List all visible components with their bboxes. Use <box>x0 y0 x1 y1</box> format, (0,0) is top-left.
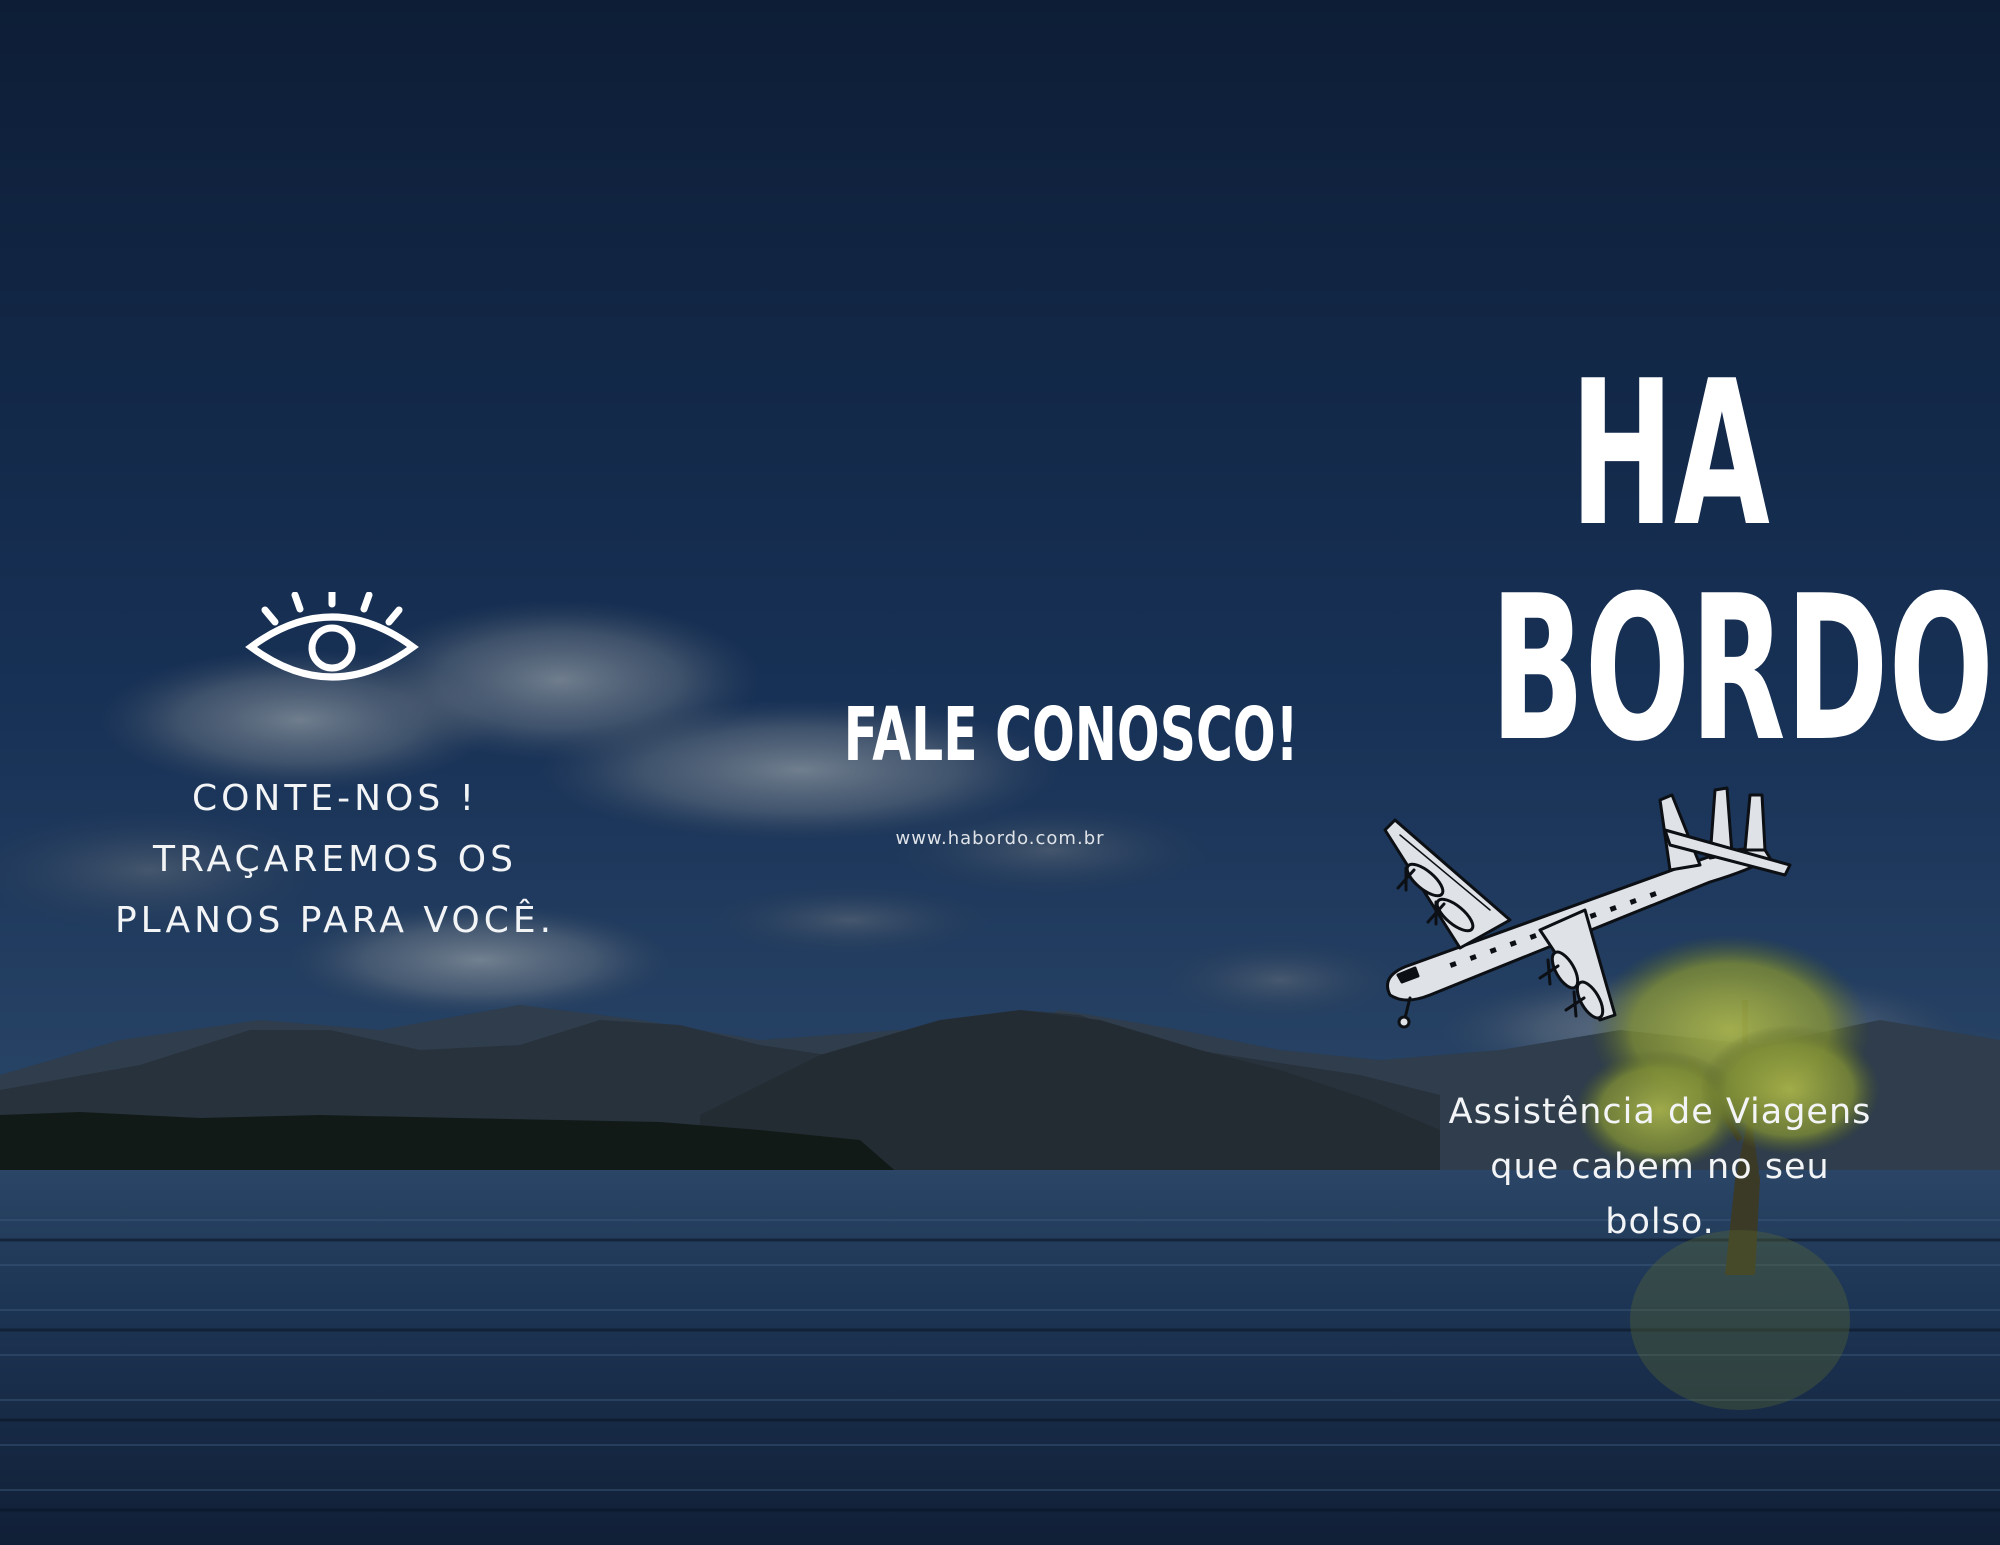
airplane-icon <box>1383 786 1792 1029</box>
contact-prompt-line-2: TRAÇAREMOS OS <box>153 839 517 880</box>
brochure-cover: CONTE-NOS ! TRAÇAREMOS OS PLANOS PARA VO… <box>0 0 2000 1545</box>
contact-prompt-line-3: PLANOS PARA VOCÊ. <box>114 900 556 941</box>
website-url[interactable]: www.habordo.com.br <box>800 828 1200 849</box>
contact-prompt: CONTE-NOS ! TRAÇAREMOS OS PLANOS PARA VO… <box>40 768 630 951</box>
tagline: Assistência de Viagens que cabem no seu … <box>1410 1085 1910 1250</box>
tagline-line-3: bolso. <box>1605 1202 1715 1242</box>
eye-icon <box>245 592 419 681</box>
contact-heading: FALE CONOSCO! <box>843 692 1299 778</box>
brand-title-line-2: BORDO <box>1490 553 1994 786</box>
tagline-line-2: que cabem no seu <box>1490 1147 1830 1187</box>
tagline-line-1: Assistência de Viagens <box>1448 1092 1872 1132</box>
brand-title-line-1: HA <box>1570 338 1770 571</box>
contact-prompt-line-1: CONTE-NOS ! <box>191 778 479 819</box>
